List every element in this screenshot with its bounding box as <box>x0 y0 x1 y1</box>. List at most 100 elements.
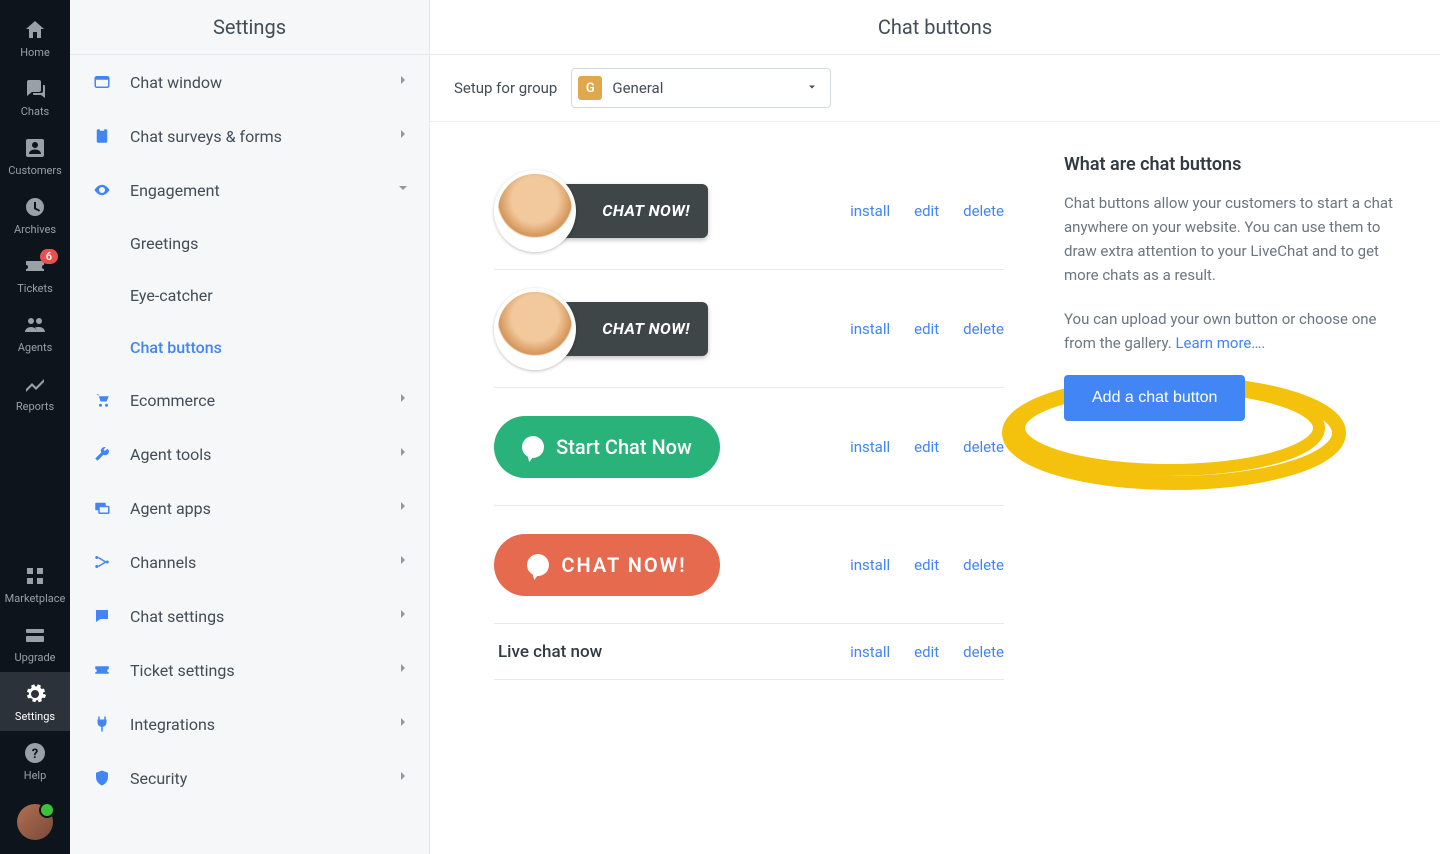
chat-button-preview: Live chat now <box>494 642 754 662</box>
install-link[interactable]: install <box>850 320 890 338</box>
nav-tickets[interactable]: 6 Tickets <box>0 244 70 303</box>
nav-agents[interactable]: Agents <box>0 303 70 362</box>
main-nav: Home Chats Customers Archives 6 Tickets … <box>0 0 70 854</box>
info-paragraph: Chat buttons allow your customers to sta… <box>1064 191 1400 287</box>
reports-icon <box>23 372 47 396</box>
learn-more-link[interactable]: Learn more…. <box>1175 334 1265 352</box>
nav-chats[interactable]: Chats <box>0 67 70 126</box>
install-link[interactable]: install <box>850 556 890 574</box>
chevron-down-icon <box>395 180 411 200</box>
settings-item-agent-tools[interactable]: Agent tools <box>70 427 429 481</box>
delete-link[interactable]: delete <box>963 556 1004 574</box>
nav-customers[interactable]: Customers <box>0 126 70 185</box>
caret-down-icon <box>806 79 818 97</box>
settings-item-label: Greetings <box>130 234 198 253</box>
settings-title: Settings <box>70 0 429 55</box>
chat-button-row: CHAT NOW! install edit delete <box>494 506 1004 624</box>
customers-icon <box>23 136 47 160</box>
chevron-right-icon <box>395 390 411 410</box>
install-link[interactable]: install <box>850 643 890 661</box>
settings-item-label: Eye-catcher <box>130 286 213 305</box>
nav-help[interactable]: ? Help <box>0 731 70 790</box>
group-select[interactable]: G General <box>571 68 831 108</box>
nav-upgrade-label: Upgrade <box>14 651 55 664</box>
nav-help-label: Help <box>24 769 47 782</box>
marketplace-icon <box>23 564 47 588</box>
help-icon: ? <box>23 741 47 765</box>
settings-sub-greetings[interactable]: Greetings <box>70 217 429 269</box>
nav-settings-label: Settings <box>15 710 55 723</box>
chat-button-row: CHAT NOW! install edit delete <box>494 270 1004 388</box>
chevron-right-icon <box>395 606 411 626</box>
settings-item-label: Chat window <box>130 73 222 92</box>
settings-sub-eye-catcher[interactable]: Eye-catcher <box>70 269 429 321</box>
settings-item-ticket-settings[interactable]: Ticket settings <box>70 643 429 697</box>
nav-reports-label: Reports <box>16 400 54 413</box>
edit-link[interactable]: edit <box>914 556 939 574</box>
nav-settings[interactable]: Settings <box>0 672 70 731</box>
settings-item-label: Chat buttons <box>130 338 222 357</box>
home-icon <box>23 18 47 42</box>
settings-item-engagement[interactable]: Engagement <box>70 163 429 217</box>
nav-archives[interactable]: Archives <box>0 185 70 244</box>
agent-avatar-icon <box>494 170 576 252</box>
add-chat-button[interactable]: Add a chat button <box>1064 375 1245 421</box>
gear-icon <box>23 682 47 706</box>
channels-icon <box>92 552 112 572</box>
settings-item-chat-window[interactable]: Chat window <box>70 55 429 109</box>
cart-icon <box>92 390 112 410</box>
chat-button-row: Live chat now install edit delete <box>494 624 1004 680</box>
settings-list: Chat window Chat surveys & forms Engagem… <box>70 55 429 805</box>
settings-item-label: Chat surveys & forms <box>130 127 282 146</box>
nav-marketplace-label: Marketplace <box>5 592 66 605</box>
delete-link[interactable]: delete <box>963 202 1004 220</box>
nav-chats-label: Chats <box>21 105 49 118</box>
settings-item-label: Ecommerce <box>130 391 215 410</box>
settings-item-label: Agent apps <box>130 499 211 518</box>
nav-upgrade[interactable]: Upgrade <box>0 613 70 672</box>
edit-link[interactable]: edit <box>914 643 939 661</box>
chevron-right-icon <box>395 72 411 92</box>
settings-item-label: Security <box>130 769 187 788</box>
settings-item-agent-apps[interactable]: Agent apps <box>70 481 429 535</box>
chat-button-preview: CHAT NOW! <box>494 170 754 252</box>
shield-icon <box>92 768 112 788</box>
user-avatar[interactable] <box>17 804 53 840</box>
group-name: General <box>612 79 796 97</box>
settings-item-label: Channels <box>130 553 196 572</box>
nav-marketplace[interactable]: Marketplace <box>0 554 70 613</box>
edit-link[interactable]: edit <box>914 320 939 338</box>
edit-link[interactable]: edit <box>914 202 939 220</box>
settings-item-label: Engagement <box>130 181 220 200</box>
nav-home-label: Home <box>20 46 50 59</box>
settings-item-integrations[interactable]: Integrations <box>70 697 429 751</box>
edit-link[interactable]: edit <box>914 438 939 456</box>
settings-item-security[interactable]: Security <box>70 751 429 805</box>
settings-item-label: Agent tools <box>130 445 211 464</box>
nav-customers-label: Customers <box>8 164 62 177</box>
settings-sub-chat-buttons[interactable]: Chat buttons <box>70 321 429 373</box>
chat-button-preview: CHAT NOW! <box>494 288 754 370</box>
chevron-right-icon <box>395 768 411 788</box>
chevron-right-icon <box>395 126 411 146</box>
settings-item-channels[interactable]: Channels <box>70 535 429 589</box>
archives-icon <box>23 195 47 219</box>
settings-item-chat-settings[interactable]: Chat settings <box>70 589 429 643</box>
install-link[interactable]: install <box>850 438 890 456</box>
delete-link[interactable]: delete <box>963 320 1004 338</box>
agent-avatar-icon <box>494 288 576 370</box>
upgrade-icon <box>23 623 47 647</box>
settings-item-surveys[interactable]: Chat surveys & forms <box>70 109 429 163</box>
delete-link[interactable]: delete <box>963 643 1004 661</box>
speech-bubble-icon <box>522 436 544 458</box>
chats-icon <box>23 77 47 101</box>
settings-item-ecommerce[interactable]: Ecommerce <box>70 373 429 427</box>
nav-reports[interactable]: Reports <box>0 362 70 421</box>
nav-home[interactable]: Home <box>0 8 70 67</box>
install-link[interactable]: install <box>850 202 890 220</box>
info-paragraph: You can upload your own button or choose… <box>1064 307 1400 355</box>
main-content: Chat buttons Setup for group G General C… <box>430 0 1440 854</box>
delete-link[interactable]: delete <box>963 438 1004 456</box>
start-chat-label: Start Chat Now <box>556 435 692 459</box>
plug-icon <box>92 714 112 734</box>
